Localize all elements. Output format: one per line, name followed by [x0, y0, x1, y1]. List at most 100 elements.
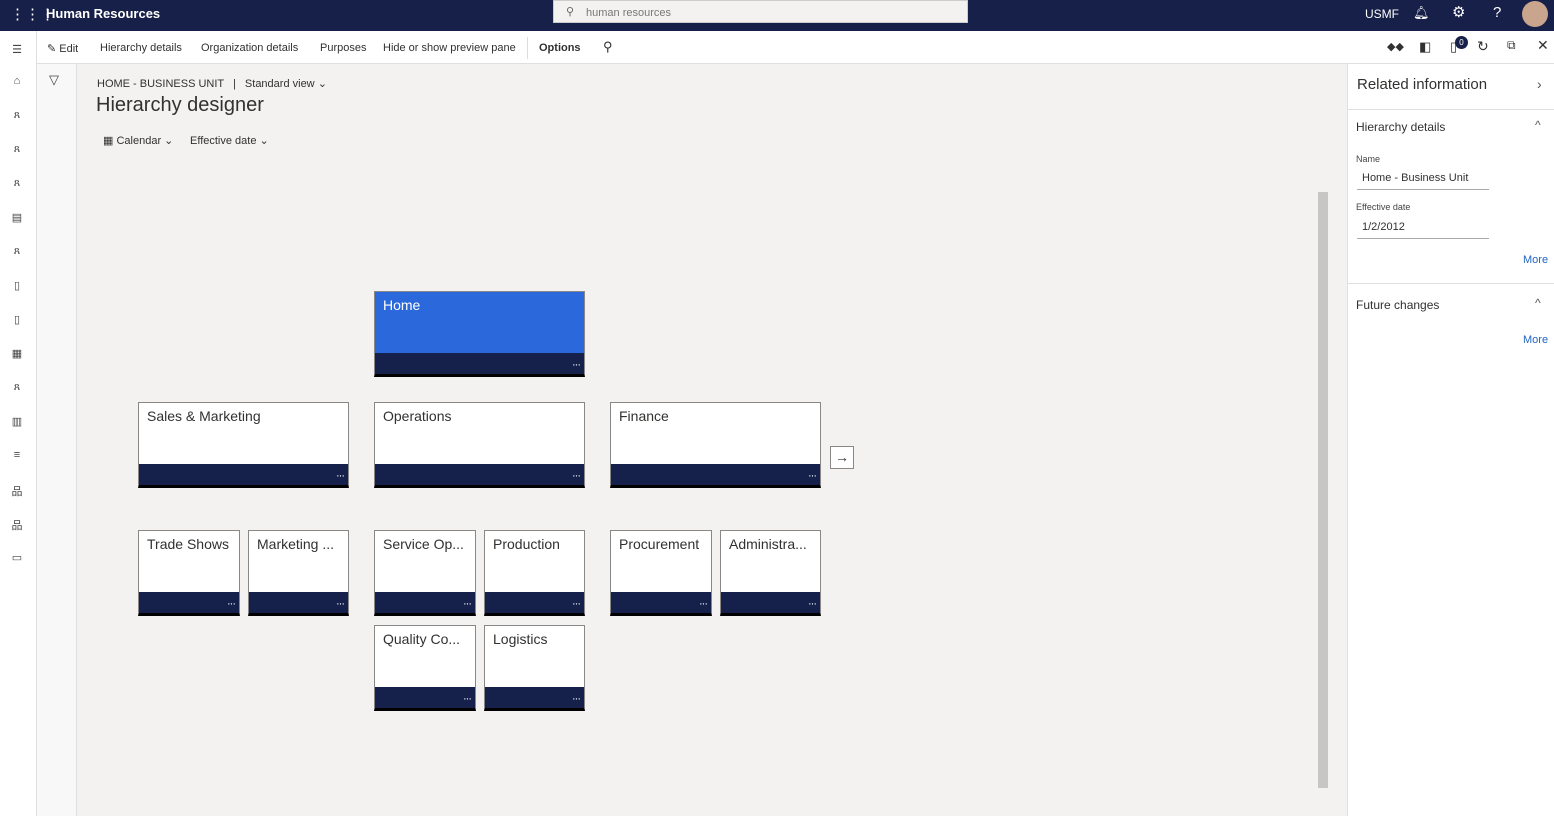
hierarchy-details-button[interactable]: Hierarchy details	[100, 42, 182, 54]
more-icon[interactable]: ···	[463, 693, 472, 705]
company-picker[interactable]: USMF	[1365, 7, 1399, 21]
library-icon[interactable]: ▥	[10, 415, 24, 428]
hierarchy-details-header[interactable]: Hierarchy details	[1356, 120, 1445, 134]
more-icon[interactable]: ···	[808, 598, 817, 610]
filter-column: ▽	[37, 64, 77, 816]
future-changes-header[interactable]: Future changes	[1356, 298, 1439, 312]
organization-details-button[interactable]: Organization details	[201, 42, 298, 54]
refresh-icon[interactable]: ↻	[1477, 38, 1489, 55]
breadcrumb-text: HOME - BUSINESS UNIT	[97, 78, 224, 90]
office-icon[interactable]: ◧	[1419, 39, 1431, 55]
node-administration[interactable]: Administra... ···	[720, 530, 821, 616]
gear-icon[interactable]: ⚙	[1452, 3, 1465, 21]
page-title: Hierarchy designer	[96, 94, 264, 116]
group-icon[interactable]: ጸ	[10, 177, 24, 189]
calendar-button[interactable]: ▦ Calendar ⌄	[103, 134, 173, 147]
chevron-down-icon: ⌄	[317, 78, 327, 90]
hide-show-preview-button[interactable]: Hide or show preview pane	[383, 42, 516, 54]
node-label: Quality Co...	[383, 631, 461, 647]
chevron-up-icon[interactable]: ^	[1535, 296, 1541, 310]
help-icon[interactable]: ?	[1493, 4, 1501, 21]
list-icon[interactable]: ≡	[10, 449, 24, 461]
person-icon[interactable]: ጸ	[10, 143, 24, 155]
node-label: Operations	[383, 408, 452, 424]
node-trade-shows[interactable]: Trade Shows ···	[138, 530, 240, 616]
clipboard-icon[interactable]: ▤	[10, 211, 24, 224]
home-icon[interactable]: ⌂	[10, 75, 24, 87]
left-nav: ☰ ⌂ ጸ ጸ ጸ ▤ ጸ ▯ ▯ ▦ ጸ ▥ ≡ 品 品 ▭	[0, 31, 37, 816]
attachments-badge: 0	[1455, 36, 1468, 49]
people-icon[interactable]: ጸ	[10, 109, 24, 121]
hierarchy-icon[interactable]: 品	[10, 517, 24, 532]
node-label: Production	[493, 536, 560, 552]
action-bar: ✎ Edit Hierarchy details Organization de…	[37, 31, 1554, 64]
node-quality-control[interactable]: Quality Co... ···	[374, 625, 476, 711]
more-icon[interactable]: ···	[572, 598, 581, 610]
node-procurement[interactable]: Procurement ···	[610, 530, 712, 616]
node-marketing[interactable]: Marketing ... ···	[248, 530, 349, 616]
more-icon[interactable]: ···	[336, 598, 345, 610]
node-label: Marketing ...	[257, 536, 335, 552]
search-placeholder: human resources	[586, 7, 671, 19]
node-home[interactable]: Home ···	[374, 291, 585, 377]
node-label: Administra...	[729, 536, 807, 552]
node-label: Home	[383, 297, 421, 313]
node-label: Procurement	[619, 536, 700, 552]
node-label: Trade Shows	[147, 536, 229, 552]
document-icon[interactable]: ▯	[10, 279, 24, 292]
node-service-operations[interactable]: Service Op... ···	[374, 530, 476, 616]
more-icon[interactable]: ···	[336, 470, 345, 482]
view-label: Standard view	[244, 78, 315, 90]
node-finance[interactable]: Finance ···	[610, 402, 821, 488]
node-operations[interactable]: Operations ···	[374, 402, 585, 488]
search-icon[interactable]: ⚲	[603, 39, 613, 55]
more-icon[interactable]: ···	[808, 470, 817, 482]
effective-date-label: Effective date	[1356, 202, 1411, 212]
org-chart-icon[interactable]: 品	[10, 483, 24, 498]
calendar-icon: ▦	[103, 135, 114, 147]
bell-icon[interactable]: 🔔︎	[1413, 5, 1430, 21]
hamburger-icon[interactable]: ☰	[10, 43, 24, 56]
node-production[interactable]: Production ···	[484, 530, 585, 616]
app-title: Human Resources	[46, 6, 161, 21]
effective-date-field: 1/2/2012	[1357, 217, 1489, 239]
breadcrumb: HOME - BUSINESS UNIT | Standard view ⌄	[97, 77, 327, 90]
more-icon[interactable]: ···	[463, 598, 472, 610]
open-new-window-icon[interactable]: ⧉	[1507, 38, 1516, 53]
top-bar: ⋮⋮⋮ Human Resources ⚲ human resources US…	[0, 0, 1554, 31]
search-input[interactable]: ⚲ human resources	[553, 0, 968, 23]
effective-date-label: Effective date	[190, 135, 257, 147]
options-button[interactable]: Options	[527, 37, 581, 59]
purposes-button[interactable]: Purposes	[320, 42, 366, 54]
edit-button[interactable]: ✎ Edit	[47, 42, 78, 55]
more-icon[interactable]: ···	[572, 359, 581, 371]
more-icon[interactable]: ···	[699, 598, 708, 610]
node-logistics[interactable]: Logistics ···	[484, 625, 585, 711]
filter-icon[interactable]: ▽	[49, 72, 59, 88]
chevron-right-icon[interactable]: ›	[1537, 76, 1542, 92]
avatar[interactable]	[1522, 1, 1548, 27]
more-icon[interactable]: ···	[227, 598, 236, 610]
pane-title: Related information	[1357, 76, 1488, 93]
node-label: Sales & Marketing	[147, 408, 261, 424]
more-icon[interactable]: ···	[572, 470, 581, 482]
people-list-icon[interactable]: ጸ	[10, 381, 24, 393]
chat-icon[interactable]: ▭	[10, 551, 24, 564]
effective-date-button[interactable]: Effective date ⌄	[190, 134, 269, 147]
more-link[interactable]: More	[1523, 254, 1548, 266]
document-edit-icon[interactable]: ▯	[10, 313, 24, 326]
arrow-right-icon[interactable]: →	[830, 446, 854, 469]
connect-icon[interactable]: ◆◆	[1387, 40, 1404, 53]
node-sales-marketing[interactable]: Sales & Marketing ···	[138, 402, 349, 488]
breadcrumb-separator: |	[233, 78, 236, 90]
search-icon: ⚲	[566, 6, 575, 18]
more-link[interactable]: More	[1523, 334, 1548, 346]
view-selector[interactable]: Standard view ⌄	[245, 78, 327, 90]
vertical-scrollbar[interactable]	[1318, 192, 1328, 788]
chevron-up-icon[interactable]: ^	[1535, 118, 1541, 132]
table-icon[interactable]: ▦	[10, 347, 24, 360]
more-icon[interactable]: ···	[572, 693, 581, 705]
close-icon[interactable]: ✕	[1537, 37, 1549, 54]
person-search-icon[interactable]: ጸ	[10, 245, 24, 257]
node-label: Service Op...	[383, 536, 464, 552]
